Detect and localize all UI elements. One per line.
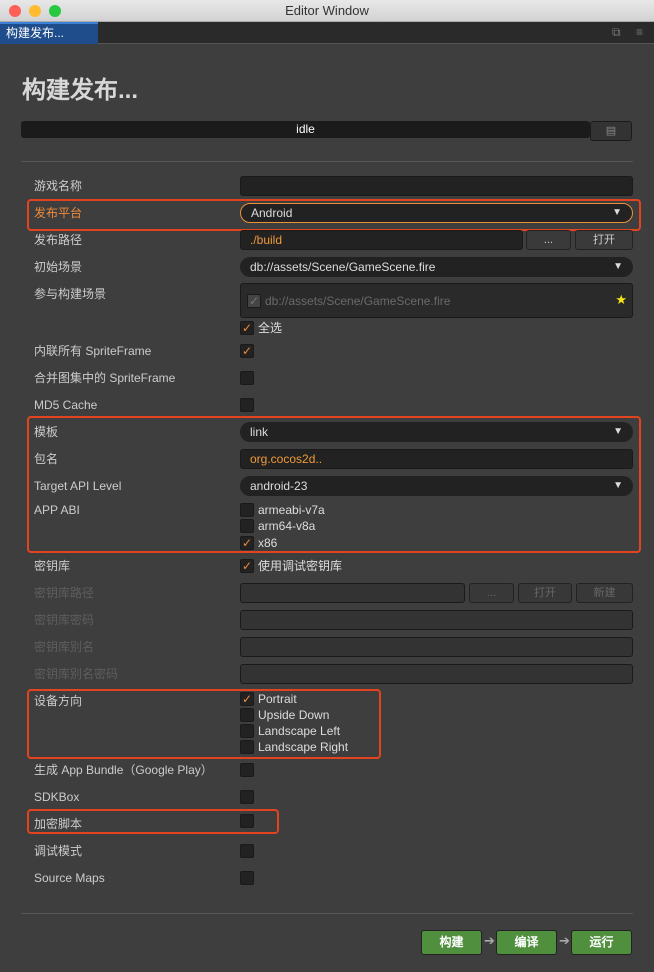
debug-keystore-checkbox[interactable]: ✓ <box>240 559 254 573</box>
browse-build-path-button[interactable]: ... <box>526 230 571 250</box>
merge-spriteframe-checkbox[interactable] <box>240 371 254 385</box>
dropdown-arrow-icon: ▼ <box>613 261 623 272</box>
divider <box>21 161 633 162</box>
tab-build[interactable]: 构建发布... <box>0 22 98 44</box>
build-path-input[interactable]: ./build <box>240 230 523 250</box>
new-keystore-button[interactable]: 新建 <box>576 583 633 603</box>
keystore-alias-password-label: 密钥库别名密码 <box>34 667 119 681</box>
inline-spriteframe-checkbox[interactable]: ✓ <box>240 344 254 358</box>
highlight-box <box>27 416 641 553</box>
select-all-label: 全选 <box>258 321 283 335</box>
game-name-label: 游戏名称 <box>34 179 83 193</box>
divider <box>21 913 633 914</box>
arrow-right-icon: ➔ <box>484 933 495 948</box>
keystore-password-label: 密钥库密码 <box>34 613 95 627</box>
md5-cache-checkbox[interactable] <box>240 398 254 412</box>
build-panel: 构建发布... idle ▤ 游戏名称 发布平台 Android ▼ 发布路径 .… <box>0 44 654 972</box>
start-scene-select[interactable]: db://assets/Scene/GameScene.fire ▼ <box>240 257 633 277</box>
keystore-alias-input[interactable] <box>240 637 633 657</box>
window-title: Editor Window <box>285 3 369 18</box>
scene-checkbox[interactable]: ✓ <box>247 294 261 308</box>
md5-cache-label: MD5 Cache <box>34 398 98 412</box>
app-bundle-checkbox[interactable] <box>240 763 254 777</box>
source-maps-checkbox[interactable] <box>240 871 254 885</box>
maximize-window-button[interactable] <box>49 5 61 17</box>
merge-spriteframe-label: 合并图集中的 SpriteFrame <box>34 371 176 385</box>
compile-button[interactable]: 编译 <box>496 930 557 955</box>
highlight-box <box>27 199 641 231</box>
app-bundle-label: 生成 App Bundle（Google Play） <box>34 763 213 777</box>
tab-bar: 构建发布... ⧉ ≡ <box>0 22 654 44</box>
sdkbox-label: SDKBox <box>34 790 80 804</box>
star-icon: ★ <box>615 292 627 307</box>
inline-spriteframe-label: 内联所有 SpriteFrame <box>34 344 152 358</box>
menu-icon[interactable]: ≡ <box>636 25 643 39</box>
run-button[interactable]: 运行 <box>571 930 632 955</box>
select-all-checkbox[interactable]: ✓ <box>240 321 254 335</box>
page-title: 构建发布... <box>22 77 139 104</box>
game-name-input[interactable] <box>240 176 633 196</box>
title-bar: Editor Window <box>0 0 654 22</box>
open-build-path-button[interactable]: 打开 <box>575 230 633 250</box>
keystore-path-label: 密钥库路径 <box>34 586 95 600</box>
debug-mode-label: 调试模式 <box>34 844 83 858</box>
sdkbox-checkbox[interactable] <box>240 790 254 804</box>
highlight-box <box>27 809 279 834</box>
build-path-label: 发布路径 <box>34 233 83 247</box>
start-scene-label: 初始场景 <box>34 260 83 274</box>
log-file-icon[interactable]: ▤ <box>590 121 632 141</box>
source-maps-label: Source Maps <box>34 871 105 885</box>
open-keystore-button[interactable]: 打开 <box>518 583 572 603</box>
start-scene-value: db://assets/Scene/GameScene.fire <box>250 260 436 274</box>
popout-icon[interactable]: ⧉ <box>612 25 621 40</box>
minimize-window-button[interactable] <box>29 5 41 17</box>
keystore-label: 密钥库 <box>34 559 71 573</box>
scene-item: db://assets/Scene/GameScene.fire <box>265 294 451 308</box>
keystore-password-input[interactable] <box>240 610 633 630</box>
arrow-right-icon: ➔ <box>559 933 570 948</box>
highlight-box <box>27 689 381 759</box>
keystore-path-input[interactable] <box>240 583 465 603</box>
included-scenes-label: 参与构建场景 <box>34 287 107 301</box>
browse-keystore-button[interactable]: ... <box>469 583 514 603</box>
build-button[interactable]: 构建 <box>421 930 482 955</box>
status-bar: idle <box>21 121 590 138</box>
scene-list: ✓ db://assets/Scene/GameScene.fire ★ <box>240 283 633 318</box>
debug-keystore-label: 使用调试密钥库 <box>258 559 343 573</box>
close-window-button[interactable] <box>9 5 21 17</box>
keystore-alias-password-input[interactable] <box>240 664 633 684</box>
debug-mode-checkbox[interactable] <box>240 844 254 858</box>
keystore-alias-label: 密钥库别名 <box>34 640 95 654</box>
